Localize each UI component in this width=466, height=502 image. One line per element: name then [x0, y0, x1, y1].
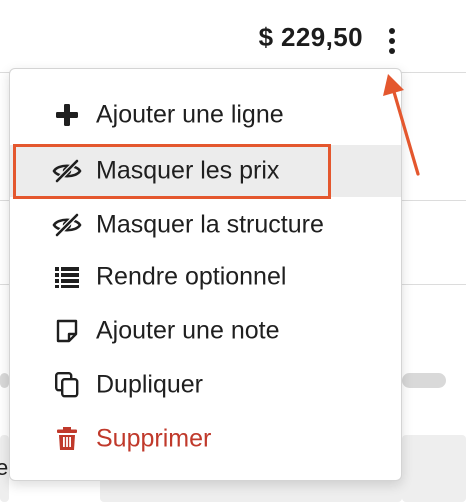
copy-icon — [52, 370, 82, 400]
menu-item-hide-prices[interactable]: Masquer les prix — [10, 145, 401, 197]
note-icon — [52, 316, 82, 346]
menu-item-label: Masquer les prix — [96, 156, 280, 185]
menu-item-delete[interactable]: Supprimer — [10, 413, 401, 465]
divider — [400, 284, 466, 285]
menu-item-label: Dupliquer — [96, 370, 204, 399]
divider — [400, 200, 466, 201]
eye-slash-icon — [52, 210, 82, 240]
horizontal-scrollbar[interactable] — [0, 373, 9, 388]
menu-item-duplicate[interactable]: Dupliquer — [10, 359, 401, 411]
line-price: $ 229,50 — [258, 22, 363, 52]
context-menu: Ajouter une ligne Masquer les prix Masqu… — [9, 68, 402, 481]
divider — [0, 200, 9, 201]
table-cell: e — [0, 435, 9, 502]
menu-item-label: Supprimer — [96, 424, 212, 453]
list-icon — [52, 262, 82, 292]
more-vertical-icon[interactable] — [384, 28, 400, 54]
menu-item-label: Rendre optionnel — [96, 262, 287, 291]
plus-icon — [52, 100, 82, 130]
menu-item-add-line[interactable]: Ajouter une ligne — [10, 89, 401, 141]
menu-item-label: Masquer la structure — [96, 210, 324, 239]
menu-item-label: Ajouter une note — [96, 316, 280, 345]
menu-item-make-optional[interactable]: Rendre optionnel — [10, 251, 401, 303]
divider — [0, 284, 9, 285]
menu-item-hide-structure[interactable]: Masquer la structure — [10, 199, 401, 251]
table-cell-text: e — [0, 455, 9, 480]
horizontal-scrollbar[interactable] — [402, 373, 446, 388]
trash-icon — [52, 424, 82, 454]
eye-slash-icon — [52, 156, 82, 186]
menu-item-add-note[interactable]: Ajouter une note — [10, 305, 401, 357]
menu-item-label: Ajouter une ligne — [96, 100, 284, 129]
table-cell — [402, 435, 466, 502]
